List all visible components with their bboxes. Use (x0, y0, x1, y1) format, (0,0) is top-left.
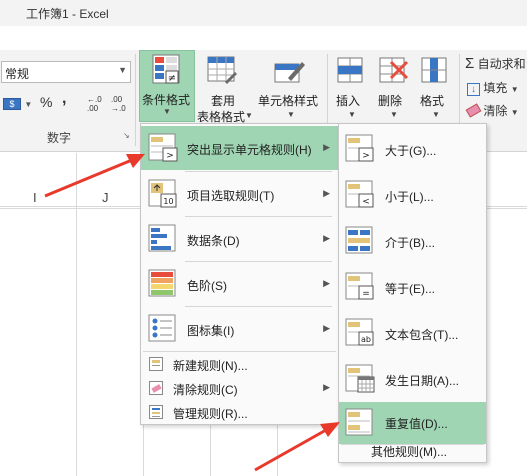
annotation-arrow-to-highlight-rules (44, 154, 145, 198)
annotation-arrow-to-duplicate-values (254, 422, 340, 472)
annotation-arrows (44, 154, 340, 472)
